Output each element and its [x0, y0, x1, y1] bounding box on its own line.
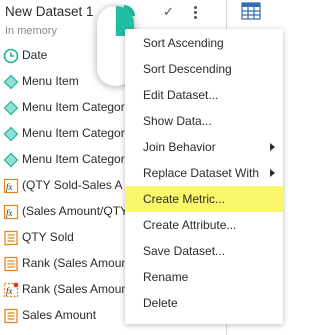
list-item-label: (Sales Amount/QTY	[22, 204, 129, 218]
attribute-diamond-icon	[3, 100, 19, 116]
menu-item-replace-dataset-with[interactable]: Replace Dataset With	[125, 160, 283, 186]
submenu-arrow-icon	[270, 169, 275, 177]
attribute-diamond-icon	[3, 74, 19, 90]
list-item-label: Rank (Sales Amoun	[22, 256, 129, 270]
derived-metric-icon: fx	[3, 204, 19, 220]
clock-icon	[3, 48, 19, 64]
more-options-icon[interactable]	[188, 3, 202, 21]
svg-text:fx: fx	[6, 286, 13, 296]
dataset-subtitle: In memory	[5, 25, 57, 37]
menu-item-sort-descending[interactable]: Sort Descending	[125, 56, 283, 82]
submenu-arrow-icon	[270, 143, 275, 151]
derived-metric-icon: fx	[3, 178, 19, 194]
metric-icon	[4, 230, 18, 246]
list-item-label: (QTY Sold-Sales A	[22, 178, 123, 192]
attribute-diamond-icon	[3, 152, 19, 168]
list-item-label: Menu Item	[22, 74, 79, 88]
context-menu: Sort Ascending Sort Descending Edit Data…	[125, 29, 283, 324]
metric-icon	[4, 308, 18, 324]
list-item-label: Sales Amount	[22, 308, 97, 322]
menu-item-create-attribute[interactable]: Create Attribute...	[125, 212, 283, 238]
check-icon[interactable]: ✓	[163, 4, 174, 20]
menu-item-edit-dataset[interactable]: Edit Dataset...	[125, 82, 283, 108]
list-item-label: Menu Item Categor	[22, 100, 125, 114]
menu-item-save-dataset[interactable]: Save Dataset...	[125, 238, 283, 264]
menu-item-show-data[interactable]: Show Data...	[125, 108, 283, 134]
list-item-label: Menu Item Categor	[22, 126, 125, 140]
menu-item-delete[interactable]: Delete	[125, 290, 283, 316]
list-item-label: Date	[22, 48, 48, 62]
menu-item-join-behavior[interactable]: Join Behavior	[125, 134, 283, 160]
dataset-title[interactable]: New Dataset 1	[5, 4, 94, 19]
menu-item-sort-ascending[interactable]: Sort Ascending	[125, 30, 283, 56]
list-item-label: Rank (Sales Amoun	[22, 282, 129, 296]
grid-view-icon[interactable]	[241, 2, 261, 20]
metric-icon	[4, 256, 18, 272]
svg-text:fx: fx	[6, 182, 13, 192]
list-item-label: QTY Sold	[22, 230, 74, 244]
menu-item-create-metric[interactable]: Create Metric...	[125, 186, 283, 212]
menu-item-rename[interactable]: Rename	[125, 264, 283, 290]
attribute-diamond-icon	[3, 126, 19, 142]
derived-metric-error-icon: fx	[3, 282, 19, 298]
list-item-label: Menu Item Categor	[22, 152, 125, 166]
svg-text:fx: fx	[6, 208, 13, 218]
